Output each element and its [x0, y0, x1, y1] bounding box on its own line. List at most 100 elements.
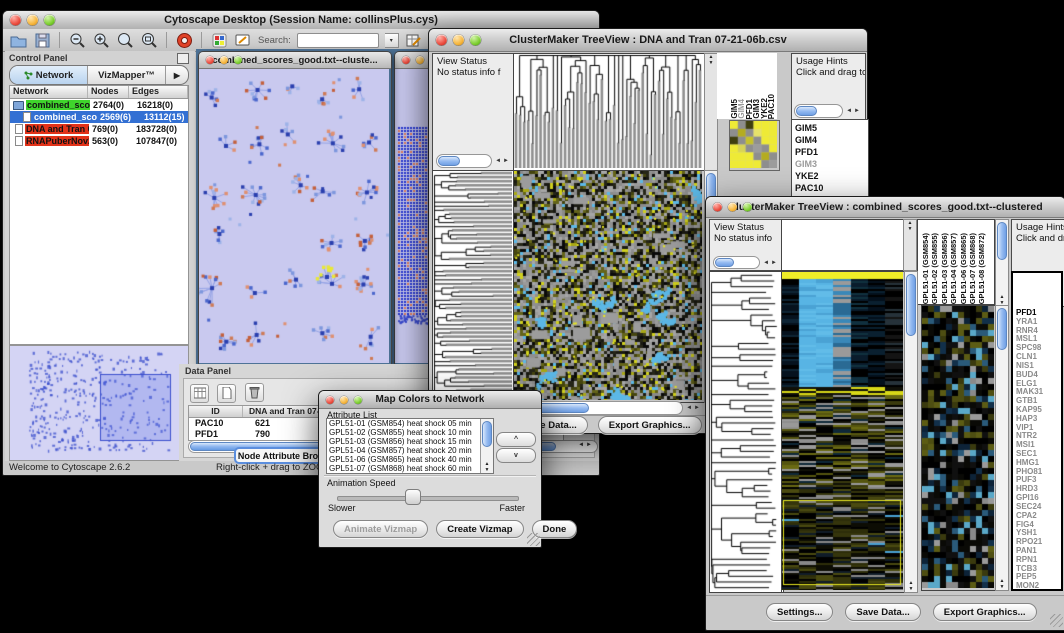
slider-thumb[interactable] — [405, 489, 421, 505]
view-status-hscrollbar[interactable]: ◄► — [436, 155, 512, 167]
zoom-button[interactable] — [470, 35, 481, 46]
scrollbar-arrows-icon[interactable]: ◄► — [578, 442, 594, 448]
network-file-icon — [23, 112, 31, 122]
zoom-heatmap-vscrollbar[interactable]: ▲▼ — [995, 305, 1009, 591]
column-label[interactable]: GPL51-04 (GSM857) — [950, 233, 959, 304]
treeview2-footer-button[interactable]: Export Graphics... — [933, 603, 1037, 621]
heatmap-2-vscrollbar[interactable]: ▲▼ — [904, 271, 918, 593]
help-lifering-icon[interactable] — [175, 32, 193, 49]
column-label[interactable]: GPL51-02 (GSM855) — [931, 233, 940, 304]
select-attributes-icon[interactable] — [190, 384, 209, 403]
treeview2-footer-button[interactable]: Settings... — [766, 603, 833, 621]
column-label[interactable]: PAC10 — [768, 94, 775, 119]
open-session-icon[interactable] — [9, 32, 27, 49]
move-down-button[interactable]: v — [496, 448, 536, 463]
network-row[interactable]: combined_sco 2569(6) 13112(15) — [10, 111, 188, 123]
row-dendrogram-2[interactable] — [709, 271, 784, 593]
attribute-editor-icon[interactable] — [405, 32, 423, 49]
search-dropdown-icon[interactable]: ▾ — [385, 33, 399, 48]
close-button[interactable] — [10, 15, 21, 26]
attribute-item[interactable]: GPL51-07 (GSM868) heat shock 60 min — [327, 465, 479, 474]
tab-network[interactable]: Network — [10, 66, 88, 84]
birds-eye-overview[interactable] — [9, 345, 189, 461]
tab-vizmapper[interactable]: VizMapper™ — [88, 66, 166, 84]
treeview1-titlebar[interactable]: ClusterMaker TreeView : DNA and Tran 07-… — [429, 29, 867, 52]
gene-name[interactable]: PFD1 — [795, 146, 868, 158]
zoom-fit-icon[interactable] — [140, 32, 158, 49]
resize-grip[interactable] — [1050, 614, 1063, 627]
close-button[interactable] — [436, 35, 447, 46]
zoom-heatmap[interactable] — [921, 305, 997, 591]
gene-name[interactable]: GIM4 — [795, 134, 868, 146]
zoom-in-icon[interactable] — [92, 32, 110, 49]
close-button[interactable] — [206, 56, 214, 64]
zoom-button[interactable] — [234, 56, 242, 64]
network-view-1-titlebar[interactable]: combined_scores_good.txt--cluste... — [199, 52, 391, 69]
dendrogram-zoom-strip[interactable]: ▲▼ — [903, 219, 917, 271]
minimize-button[interactable] — [453, 35, 464, 46]
animation-speed-slider[interactable] — [337, 496, 519, 501]
column-label[interactable]: GPL51-08 (GSM872) — [978, 233, 987, 304]
network-row[interactable]: DNA and Tran 07 769(0) 183728(0) — [10, 123, 188, 135]
heatmap-1[interactable] — [513, 170, 705, 403]
column-dendrogram-canvas[interactable] — [514, 54, 702, 168]
zoom-selected-icon[interactable] — [116, 32, 134, 49]
float-panel-icon[interactable] — [177, 53, 189, 64]
dialog-titlebar[interactable]: Map Colors to Network — [319, 391, 541, 409]
resize-grip[interactable] — [527, 533, 540, 546]
treeview2-footer: Settings... Save Data... Export Graphics..… — [706, 595, 1064, 633]
zoom-button[interactable] — [354, 396, 362, 404]
new-attribute-icon[interactable] — [217, 384, 236, 403]
column-labels-vscrollbar[interactable]: ▲▼ — [995, 219, 1009, 307]
column-dendrogram-1[interactable] — [513, 53, 705, 171]
annotation-icon[interactable] — [234, 32, 252, 49]
usage-hints-hscrollbar[interactable]: ◄► — [794, 105, 863, 117]
minimize-button[interactable] — [340, 396, 348, 404]
network-table-header[interactable]: Network Nodes Edges — [10, 86, 188, 99]
tab-overflow-arrow[interactable]: ▶ — [166, 66, 188, 84]
column-dendrogram-2[interactable] — [781, 219, 905, 271]
network-view-1-canvas[interactable] — [199, 69, 389, 363]
dialog-button[interactable]: Create Vizmap — [436, 520, 523, 538]
heatmap-2[interactable] — [781, 271, 906, 593]
treeview2-footer-button[interactable]: Save Data... — [845, 603, 920, 621]
zoom-button[interactable] — [743, 203, 752, 212]
delete-attribute-icon[interactable] — [245, 383, 264, 402]
zoom-heatmap-canvas[interactable] — [922, 306, 994, 588]
gene-name[interactable]: MON2 — [1016, 582, 1061, 591]
minimize-button[interactable] — [416, 56, 424, 64]
save-session-icon[interactable] — [33, 32, 51, 49]
search-input[interactable] — [297, 33, 379, 48]
correlation-matrix[interactable] — [729, 120, 780, 171]
treeview1-footer-button[interactable]: Export Graphics... — [598, 416, 702, 434]
attribute-listbox[interactable]: GPL51-01 (GSM854) heat shock 05 minGPL51… — [326, 418, 494, 474]
attribute-list-vscrollbar[interactable]: ▲▼ — [480, 419, 493, 473]
network-row[interactable]: combined_scores 2764(0) 16218(0) — [10, 99, 188, 111]
minimize-button[interactable] — [728, 203, 737, 212]
row-dendrogram-canvas[interactable] — [710, 272, 781, 590]
row-dendrogram-1[interactable] — [432, 170, 515, 403]
treeview2-titlebar[interactable]: ClusterMaker TreeView : combined_scores_… — [706, 197, 1064, 218]
zoom-out-icon[interactable] — [68, 32, 86, 49]
dendrogram-zoom-strip[interactable]: ▲▼ — [704, 53, 718, 171]
gene-name[interactable]: PAC10 — [795, 182, 868, 194]
view-status-hscrollbar[interactable]: ◄► — [713, 257, 780, 268]
minimize-button[interactable] — [27, 15, 38, 26]
heatmap-1-canvas[interactable] — [514, 171, 702, 400]
heatmap-2-canvas[interactable] — [782, 272, 903, 590]
zoom-button[interactable] — [44, 15, 55, 26]
vizmap-palette-icon[interactable] — [210, 32, 228, 49]
move-up-button[interactable]: ^ — [496, 432, 536, 447]
minimize-button[interactable] — [220, 56, 228, 64]
close-button[interactable] — [713, 203, 722, 212]
gene-name[interactable]: YKE2 — [795, 170, 868, 182]
gene-name[interactable]: GIM5 — [795, 122, 868, 134]
network-row[interactable]: RNAPuberNov2+ 563(0) 107847(0) — [10, 135, 188, 147]
correlation-matrix-canvas[interactable] — [730, 121, 777, 168]
close-button[interactable] — [326, 396, 334, 404]
overview-canvas[interactable] — [10, 346, 186, 458]
gene-name[interactable]: GIM3 — [795, 158, 868, 170]
dialog-button[interactable]: Animate Vizmap — [333, 520, 428, 538]
close-button[interactable] — [402, 56, 410, 64]
row-dendrogram-canvas[interactable] — [433, 171, 512, 400]
